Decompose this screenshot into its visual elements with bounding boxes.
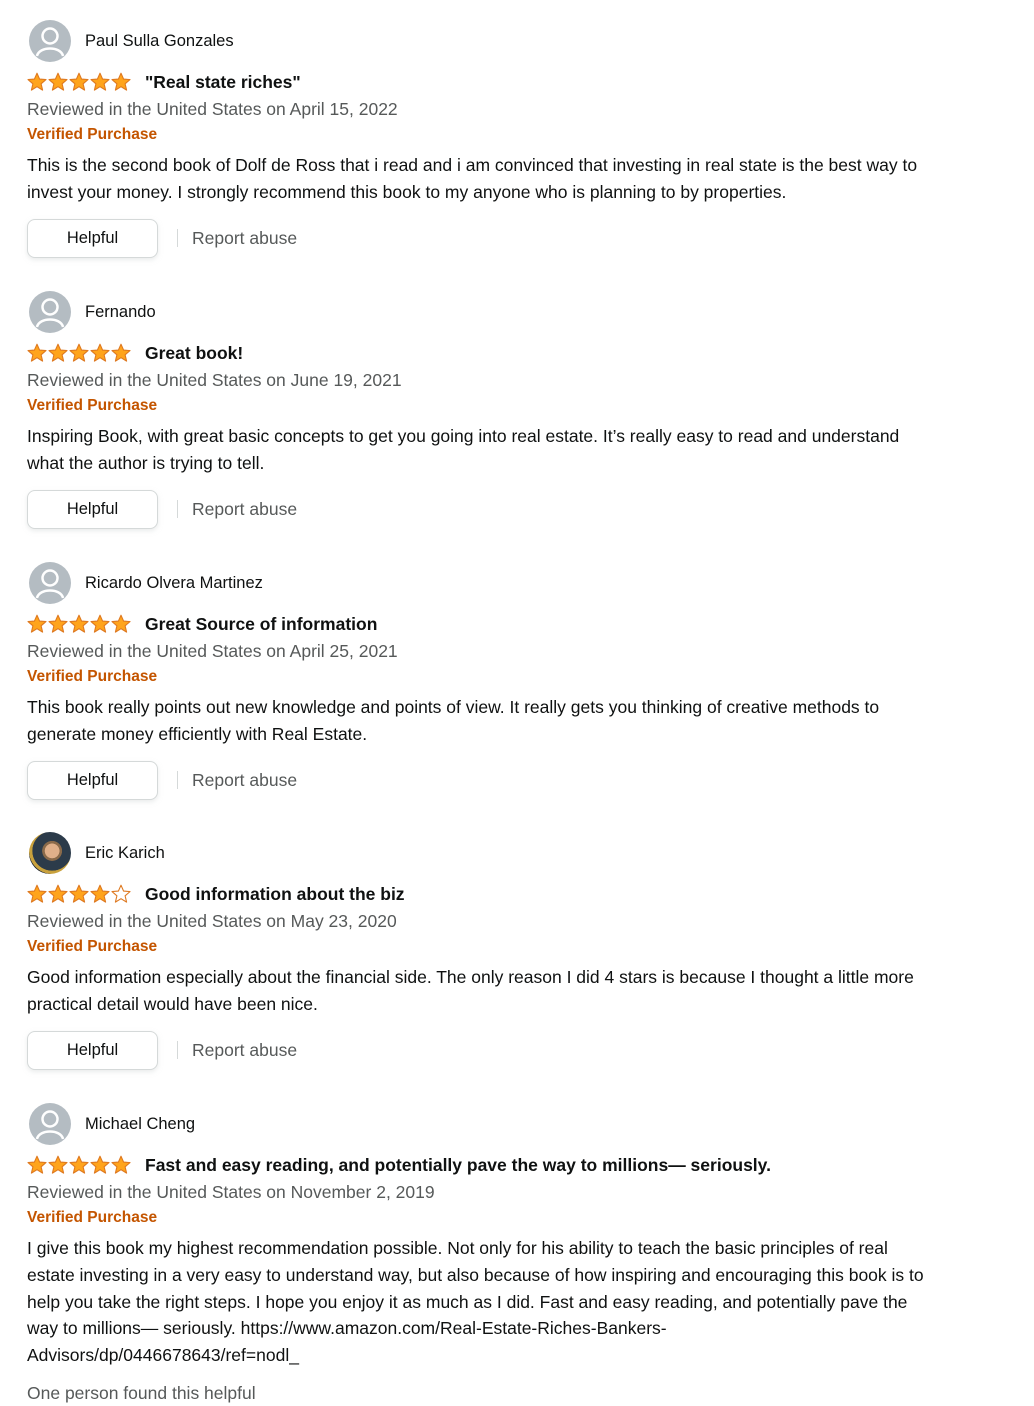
divider	[177, 771, 178, 790]
review-body: I give this book my highest recommendati…	[27, 1238, 924, 1366]
review: Paul Sulla Gonzales "Real state riches" …	[27, 20, 947, 291]
star-filled-icon	[69, 72, 89, 91]
report-abuse-link[interactable]: Report abuse	[192, 770, 297, 791]
verified-purchase-badge[interactable]: Verified Purchase	[27, 395, 947, 417]
review: Fernando Great book! Reviewed in the Uni…	[27, 291, 947, 562]
verified-purchase-badge[interactable]: Verified Purchase	[27, 1207, 947, 1229]
star-empty-icon	[111, 884, 131, 903]
star-filled-icon	[111, 614, 131, 633]
review-body: Inspiring Book, with great basic concept…	[27, 426, 900, 473]
review-body: This is the second book of Dolf de Ross …	[27, 155, 918, 202]
helpful-button[interactable]: Helpful	[27, 760, 158, 800]
star-filled-icon	[27, 884, 47, 903]
star-filled-icon	[48, 72, 68, 91]
review-title[interactable]: "Real state riches"	[145, 72, 301, 93]
star-filled-icon	[111, 1155, 131, 1174]
review-date: Reviewed in the United States on June 19…	[27, 370, 402, 390]
divider	[177, 1041, 178, 1060]
avatar-placeholder-icon	[29, 291, 71, 333]
star-rating[interactable]	[27, 614, 131, 634]
review: Eric Karich Good information about the b…	[27, 832, 947, 1103]
review-date: Reviewed in the United States on Novembe…	[27, 1182, 435, 1202]
report-abuse-link[interactable]: Report abuse	[192, 228, 297, 249]
verified-purchase-badge[interactable]: Verified Purchase	[27, 124, 947, 146]
star-filled-icon	[48, 614, 68, 633]
reviewer-profile[interactable]: Eric Karich	[27, 832, 947, 874]
star-rating[interactable]	[27, 72, 131, 92]
star-rating[interactable]	[27, 884, 131, 904]
helpful-button[interactable]: Helpful	[27, 218, 158, 258]
review-title[interactable]: Great book!	[145, 343, 243, 364]
verified-purchase-badge[interactable]: Verified Purchase	[27, 936, 947, 958]
reviewer-name: Ricardo Olvera Martinez	[85, 573, 263, 592]
review: Ricardo Olvera Martinez Great Source of …	[27, 562, 947, 832]
helpful-count: One person found this helpful	[27, 1382, 256, 1403]
star-filled-icon	[90, 614, 110, 633]
helpful-button[interactable]: Helpful	[27, 1030, 158, 1070]
review-title[interactable]: Fast and easy reading, and potentially p…	[145, 1155, 771, 1176]
star-rating[interactable]	[27, 1155, 131, 1175]
reviewer-name: Paul Sulla Gonzales	[85, 31, 234, 50]
star-filled-icon	[27, 343, 47, 362]
avatar-photo-icon	[29, 832, 71, 874]
report-abuse-link[interactable]: Report abuse	[192, 1040, 297, 1061]
star-filled-icon	[69, 884, 89, 903]
review-date: Reviewed in the United States on May 23,…	[27, 911, 397, 931]
star-rating[interactable]	[27, 343, 131, 363]
star-filled-icon	[90, 343, 110, 362]
review-title[interactable]: Great Source of information	[145, 614, 377, 635]
star-filled-icon	[27, 72, 47, 91]
star-filled-icon	[69, 614, 89, 633]
star-filled-icon	[111, 72, 131, 91]
review-date: Reviewed in the United States on April 1…	[27, 99, 398, 119]
review-date: Reviewed in the United States on April 2…	[27, 641, 398, 661]
review: Michael Cheng Fast and easy reading, and…	[27, 1103, 947, 1404]
verified-purchase-badge[interactable]: Verified Purchase	[27, 666, 947, 688]
star-filled-icon	[48, 1155, 68, 1174]
avatar-placeholder-icon	[29, 562, 71, 604]
review-title[interactable]: Good information about the biz	[145, 884, 405, 905]
reviewer-name: Fernando	[85, 302, 156, 321]
reviewer-name: Michael Cheng	[85, 1114, 196, 1133]
star-filled-icon	[48, 884, 68, 903]
report-abuse-link[interactable]: Report abuse	[192, 499, 297, 520]
review-body: This book really points out new knowledg…	[27, 697, 880, 744]
review-body: Good information especially about the fi…	[27, 967, 914, 1014]
helpful-button[interactable]: Helpful	[27, 489, 158, 529]
star-filled-icon	[111, 343, 131, 362]
star-filled-icon	[48, 343, 68, 362]
star-filled-icon	[69, 1155, 89, 1174]
divider	[177, 229, 178, 248]
reviews-list: Paul Sulla Gonzales "Real state riches" …	[27, 20, 947, 1404]
divider	[177, 500, 178, 519]
star-filled-icon	[27, 1155, 47, 1174]
star-filled-icon	[90, 884, 110, 903]
reviewer-profile[interactable]: Ricardo Olvera Martinez	[27, 562, 947, 604]
avatar-placeholder-icon	[29, 20, 71, 62]
reviewer-profile[interactable]: Paul Sulla Gonzales	[27, 20, 947, 62]
star-filled-icon	[69, 343, 89, 362]
reviewer-name: Eric Karich	[85, 843, 165, 862]
avatar-placeholder-icon	[29, 1103, 71, 1145]
star-filled-icon	[90, 72, 110, 91]
star-filled-icon	[27, 614, 47, 633]
star-filled-icon	[90, 1155, 110, 1174]
reviewer-profile[interactable]: Fernando	[27, 291, 947, 333]
reviewer-profile[interactable]: Michael Cheng	[27, 1103, 947, 1145]
